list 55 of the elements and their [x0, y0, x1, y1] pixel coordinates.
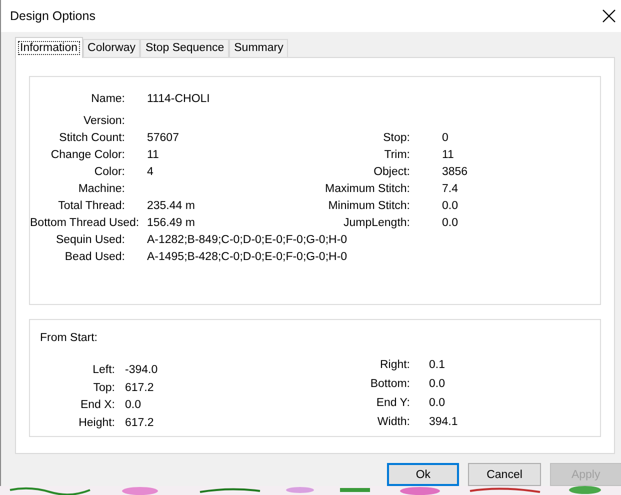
field-value: 0 — [442, 130, 450, 146]
field-value: 3856 — [442, 164, 469, 180]
field-label: Width: — [376, 414, 410, 430]
field-label: Sequin Used: — [54, 232, 126, 248]
field-label: Bottom: — [369, 377, 410, 392]
field-value: -394.0 — [124, 363, 159, 378]
field-value: 1114-CHOLI — [147, 92, 210, 107]
close-icon[interactable] — [602, 8, 616, 23]
field-label: Left: — [92, 363, 115, 378]
field-label: Top: — [92, 380, 115, 396]
field-value: 617.2 — [124, 380, 155, 396]
field-value: 11 — [442, 148, 455, 163]
field-label: Stop: — [382, 130, 411, 146]
field-value: 0.1 — [428, 358, 446, 374]
field-label: Bead Used: — [64, 250, 126, 265]
field-value: 0.0 — [124, 398, 142, 414]
field-value: 235.44 m — [147, 198, 196, 214]
field-value: 0.0 — [428, 396, 446, 411]
field-label: Stitch Count: — [58, 130, 126, 146]
field-label: Change Color: — [50, 148, 126, 163]
dialog-button[interactable]: Cancel — [468, 463, 541, 486]
field-value: 156.49 m — [147, 216, 196, 231]
field-label: Minimum Stitch: — [327, 198, 411, 214]
field-label: Height: — [78, 416, 115, 431]
field-value: 57607 — [147, 130, 180, 146]
tab[interactable]: Stop Sequence — [140, 38, 230, 57]
field-value: 11 — [147, 148, 160, 163]
field-label: Total Thread: — [57, 198, 126, 214]
field-label: Color: — [93, 164, 126, 180]
tab[interactable]: Summary — [229, 38, 288, 57]
field-label: End X: — [79, 398, 115, 414]
field-label: Machine: — [77, 182, 126, 197]
tab[interactable]: Information — [15, 36, 83, 58]
field-value: A-1282;B-849;C-0;D-0;E-0;F-0;G-0;H-0 — [147, 232, 348, 248]
field-value: 394.1 — [428, 414, 459, 430]
field-label: Maximum Stitch: — [324, 182, 411, 197]
field-label: Name: — [90, 92, 126, 107]
field-value: A-1495;B-428;C-0;D-0;E-0;F-0;G-0;H-0 — [147, 250, 348, 265]
field-label: End Y: — [375, 396, 410, 411]
field-value: 0.0 — [442, 198, 459, 214]
group-title: From Start: — [40, 330, 99, 346]
field-value: 0.0 — [442, 216, 459, 231]
field-label: Bottom Thread Used: — [30, 216, 140, 231]
field-value: 0.0 — [428, 377, 446, 392]
field-value: 4 — [147, 164, 154, 180]
window-title: Design Options — [10, 8, 96, 23]
field-value: 617.2 — [124, 416, 155, 431]
field-label: JumpLength: — [342, 216, 411, 231]
field-label: Object: — [372, 164, 411, 180]
field-label: Trim: — [383, 148, 411, 163]
tab[interactable]: Colorway — [82, 38, 140, 57]
field-label: Right: — [378, 358, 410, 374]
field-value: 7.4 — [442, 182, 459, 197]
dialog-button[interactable]: Ok — [387, 463, 460, 486]
field-label: Version: — [82, 114, 126, 129]
